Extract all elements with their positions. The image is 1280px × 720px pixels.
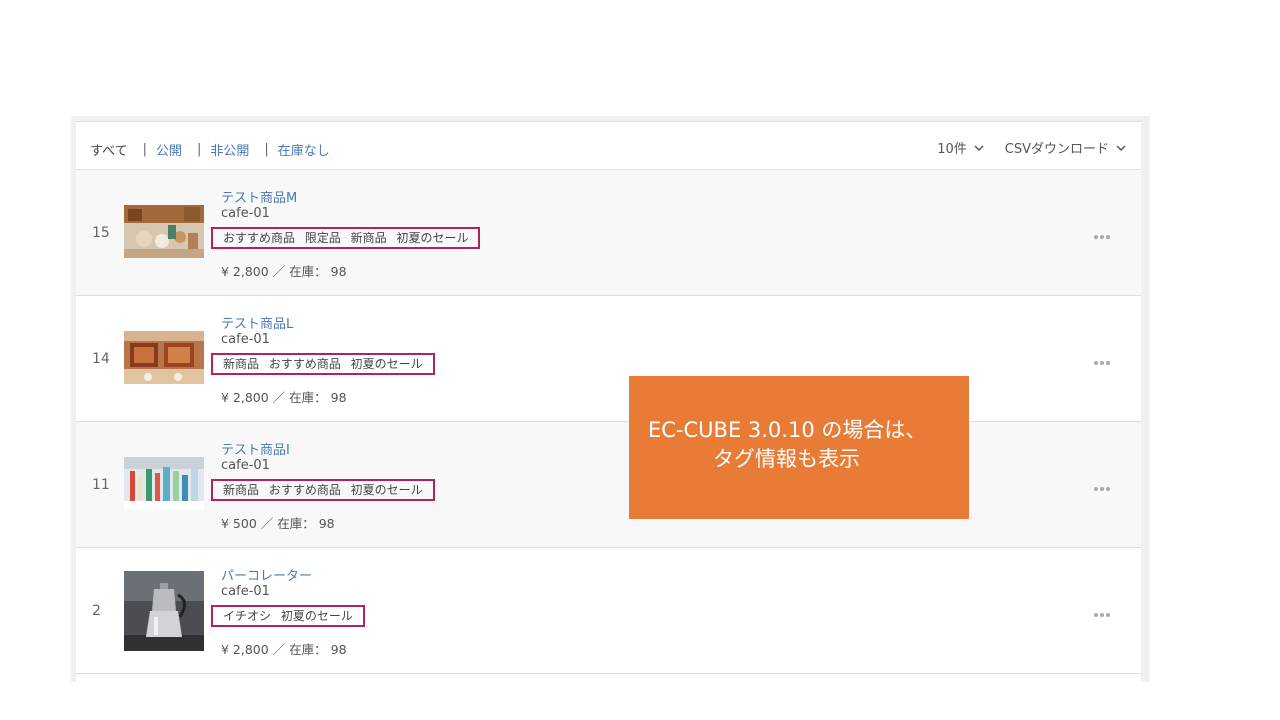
callout-line-2: タグ情報も表示 (713, 447, 860, 471)
product-tags: 新商品 おすすめ商品 初夏のセール (211, 353, 435, 375)
product-id: 15 (92, 225, 110, 241)
filter-separator: | (142, 142, 147, 157)
product-id: 2 (92, 603, 101, 619)
product-code: cafe-01 (221, 332, 270, 347)
product-name-link[interactable]: テスト商品M (221, 187, 297, 206)
product-price-stock: ¥ 2,800 ／ 在庫： 98 (221, 390, 347, 405)
product-id: 14 (92, 351, 110, 367)
more-options-icon[interactable] (1093, 476, 1111, 495)
product-id: 11 (92, 477, 110, 493)
product-code: cafe-01 (221, 206, 270, 221)
filter-public[interactable]: 公開 (156, 140, 182, 159)
product-name-link[interactable]: テスト商品I (221, 439, 290, 458)
product-price-stock: ¥ 2,800 ／ 在庫： 98 (221, 642, 347, 657)
per-page-dropdown[interactable]: 10件 (937, 138, 985, 157)
filter-private[interactable]: 非公開 (210, 140, 249, 159)
filter-out-of-stock[interactable]: 在庫なし (278, 140, 330, 159)
product-code: cafe-01 (221, 584, 270, 599)
filter-separator: | (196, 142, 202, 157)
more-options-icon[interactable] (1093, 350, 1111, 369)
product-row: 2 パーコレーター cafe-01 イチオシ 初夏のセール ¥ 2,800 ／ … (76, 548, 1141, 674)
product-row: 11 テスト商品I cafe-01 新商品 おすすめ商品 初夏のセール ¥ 50… (76, 422, 1141, 548)
product-price-stock: ¥ 500 ／ 在庫： 98 (221, 516, 335, 531)
chevron-down-icon (974, 144, 984, 151)
product-row: 14 テスト商品L cafe-01 新商品 おすすめ商品 初夏のセール ¥ 2,… (76, 296, 1141, 422)
product-list: すべて | 公開 | 非公開 | 在庫なし 10件 CSVダウンロード 15 テ… (76, 121, 1141, 683)
product-name-link[interactable]: パーコレーター (221, 565, 312, 584)
product-thumbnail[interactable] (124, 331, 204, 384)
product-thumbnail[interactable] (124, 457, 204, 510)
product-name-link[interactable]: テスト商品L (221, 313, 293, 332)
filter-all[interactable]: すべて (90, 140, 128, 159)
csv-download-dropdown[interactable]: CSVダウンロード (1005, 138, 1127, 157)
csv-download-label: CSVダウンロード (1004, 142, 1109, 157)
more-options-icon[interactable] (1093, 224, 1111, 243)
product-thumbnail[interactable] (124, 205, 204, 258)
status-filters: すべて | 公開 | 非公開 | 在庫なし (90, 140, 330, 159)
product-price-stock: ¥ 2,800 ／ 在庫： 98 (221, 264, 347, 279)
product-thumbnail[interactable] (124, 571, 204, 651)
product-tags: イチオシ 初夏のセール (211, 605, 365, 627)
per-page-label: 10件 (937, 142, 967, 157)
product-code: cafe-01 (221, 458, 270, 473)
annotation-callout: EC-CUBE 3.0.10 の場合は、 タグ情報も表示 (629, 376, 969, 519)
filter-bar: すべて | 公開 | 非公開 | 在庫なし 10件 CSVダウンロード (76, 122, 1141, 170)
product-row: 15 テスト商品M cafe-01 おすすめ商品 限定品 新商品 初夏のセール … (76, 170, 1141, 296)
callout-line-1: EC-CUBE 3.0.10 の場合は、 (648, 418, 927, 442)
product-tags: おすすめ商品 限定品 新商品 初夏のセール (211, 227, 481, 249)
list-controls: 10件 CSVダウンロード (937, 138, 1127, 157)
more-options-icon[interactable] (1093, 602, 1111, 621)
chevron-down-icon (1116, 144, 1126, 151)
filter-separator: | (264, 142, 269, 157)
product-tags: 新商品 おすすめ商品 初夏のセール (211, 479, 435, 501)
